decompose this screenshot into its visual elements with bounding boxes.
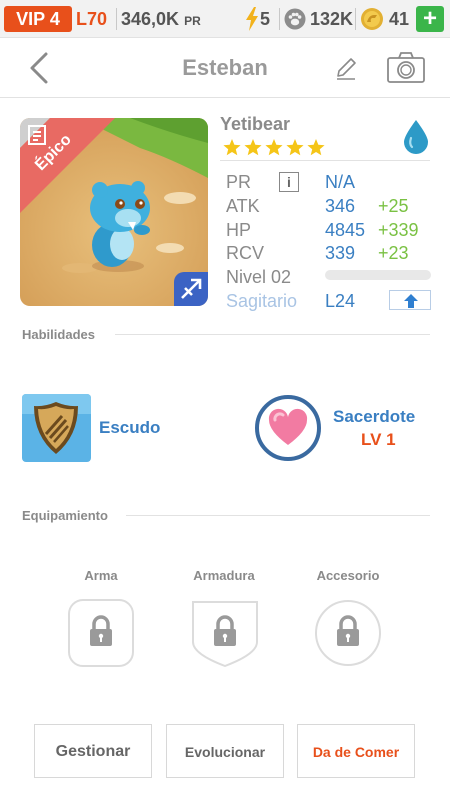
star-rating — [222, 138, 326, 160]
atk-bonus: +25 — [378, 196, 409, 216]
heart-icon — [255, 395, 321, 461]
slot-label-weapon: Arma — [84, 568, 118, 583]
skill-name: Escudo — [99, 418, 161, 437]
hp-bonus: +339 — [378, 220, 419, 240]
divider — [279, 8, 280, 30]
evolve-button[interactable]: Evolucionar — [166, 724, 284, 778]
star-icon — [223, 139, 241, 156]
slot-label-armor: Armadura — [193, 568, 255, 583]
card-icon — [28, 125, 46, 145]
arrow-up-icon — [404, 294, 418, 308]
hp-value: 4845 — [325, 220, 366, 240]
header: Esteban — [0, 38, 450, 98]
divider — [355, 8, 356, 30]
star-icon — [286, 139, 304, 156]
skill-name: Sacerdote — [333, 407, 416, 426]
player-pr: 346,0K PR — [121, 6, 201, 34]
divider — [126, 515, 430, 516]
sagittarius-icon — [181, 278, 202, 299]
rcv-value: 339 — [325, 243, 356, 263]
pr-label: PR — [226, 172, 252, 192]
rcv-bonus: +23 — [378, 243, 409, 263]
page-title: Esteban — [182, 55, 268, 80]
abilities-title: Habilidades — [22, 327, 95, 342]
skill-level: LV 1 — [361, 430, 396, 449]
atk-label: ATK — [226, 196, 260, 216]
star-icon — [307, 139, 325, 156]
vip-badge[interactable]: VIP 4 — [4, 6, 72, 32]
camera-icon[interactable] — [386, 50, 426, 86]
atk-value: 346 — [325, 196, 356, 216]
coin-icon — [361, 8, 383, 30]
divider — [220, 160, 430, 161]
creature-name: Yetibear — [220, 114, 291, 134]
water-element-icon — [404, 120, 428, 154]
xp-progress-bar — [325, 270, 431, 280]
status-bar: VIP 4 L70 346,0K PR 5 132K 41 + — [0, 0, 450, 38]
player-level: L70 — [76, 9, 108, 29]
info-icon[interactable]: i — [279, 172, 299, 192]
equipment-title: Equipamiento — [22, 508, 108, 523]
pr-unit: PR — [184, 14, 201, 28]
weapon-slot[interactable] — [67, 598, 135, 668]
star-icon — [244, 139, 262, 156]
divider — [116, 8, 117, 30]
manage-button[interactable]: Gestionar — [34, 724, 152, 778]
edit-icon[interactable] — [332, 54, 360, 82]
skill-shield-button[interactable] — [22, 394, 91, 462]
star-icon — [223, 139, 325, 156]
rcv-label: RCV — [226, 243, 265, 263]
level-label: Nivel 02 — [226, 267, 292, 287]
pr-value: N/A — [325, 172, 356, 192]
accessory-slot[interactable] — [314, 598, 382, 668]
energy-count: 5 — [260, 9, 271, 29]
sign-badge — [174, 272, 208, 306]
skill-priest-button[interactable] — [255, 395, 321, 461]
back-icon[interactable] — [26, 50, 56, 86]
creature-portrait[interactable]: Épico — [20, 118, 208, 306]
divider — [115, 334, 430, 335]
slot-label-accessory: Accesorio — [316, 568, 380, 583]
zodiac-sign[interactable]: Sagitario — [226, 289, 297, 313]
star-icon — [265, 139, 283, 156]
paw-icon — [284, 8, 306, 30]
feed-button[interactable]: Da de Comer — [297, 724, 415, 778]
add-coins-button[interactable]: + — [416, 6, 444, 32]
level-up-button[interactable] — [389, 290, 431, 310]
paw-count: 132K — [310, 9, 354, 29]
zodiac-level: L24 — [325, 291, 356, 311]
shield-icon — [22, 394, 91, 462]
hp-label: HP — [226, 220, 252, 240]
lightning-icon — [246, 7, 258, 31]
armor-slot[interactable] — [191, 598, 259, 668]
coin-count: 41 — [389, 9, 410, 29]
pr-value: 346,0K — [121, 9, 180, 29]
